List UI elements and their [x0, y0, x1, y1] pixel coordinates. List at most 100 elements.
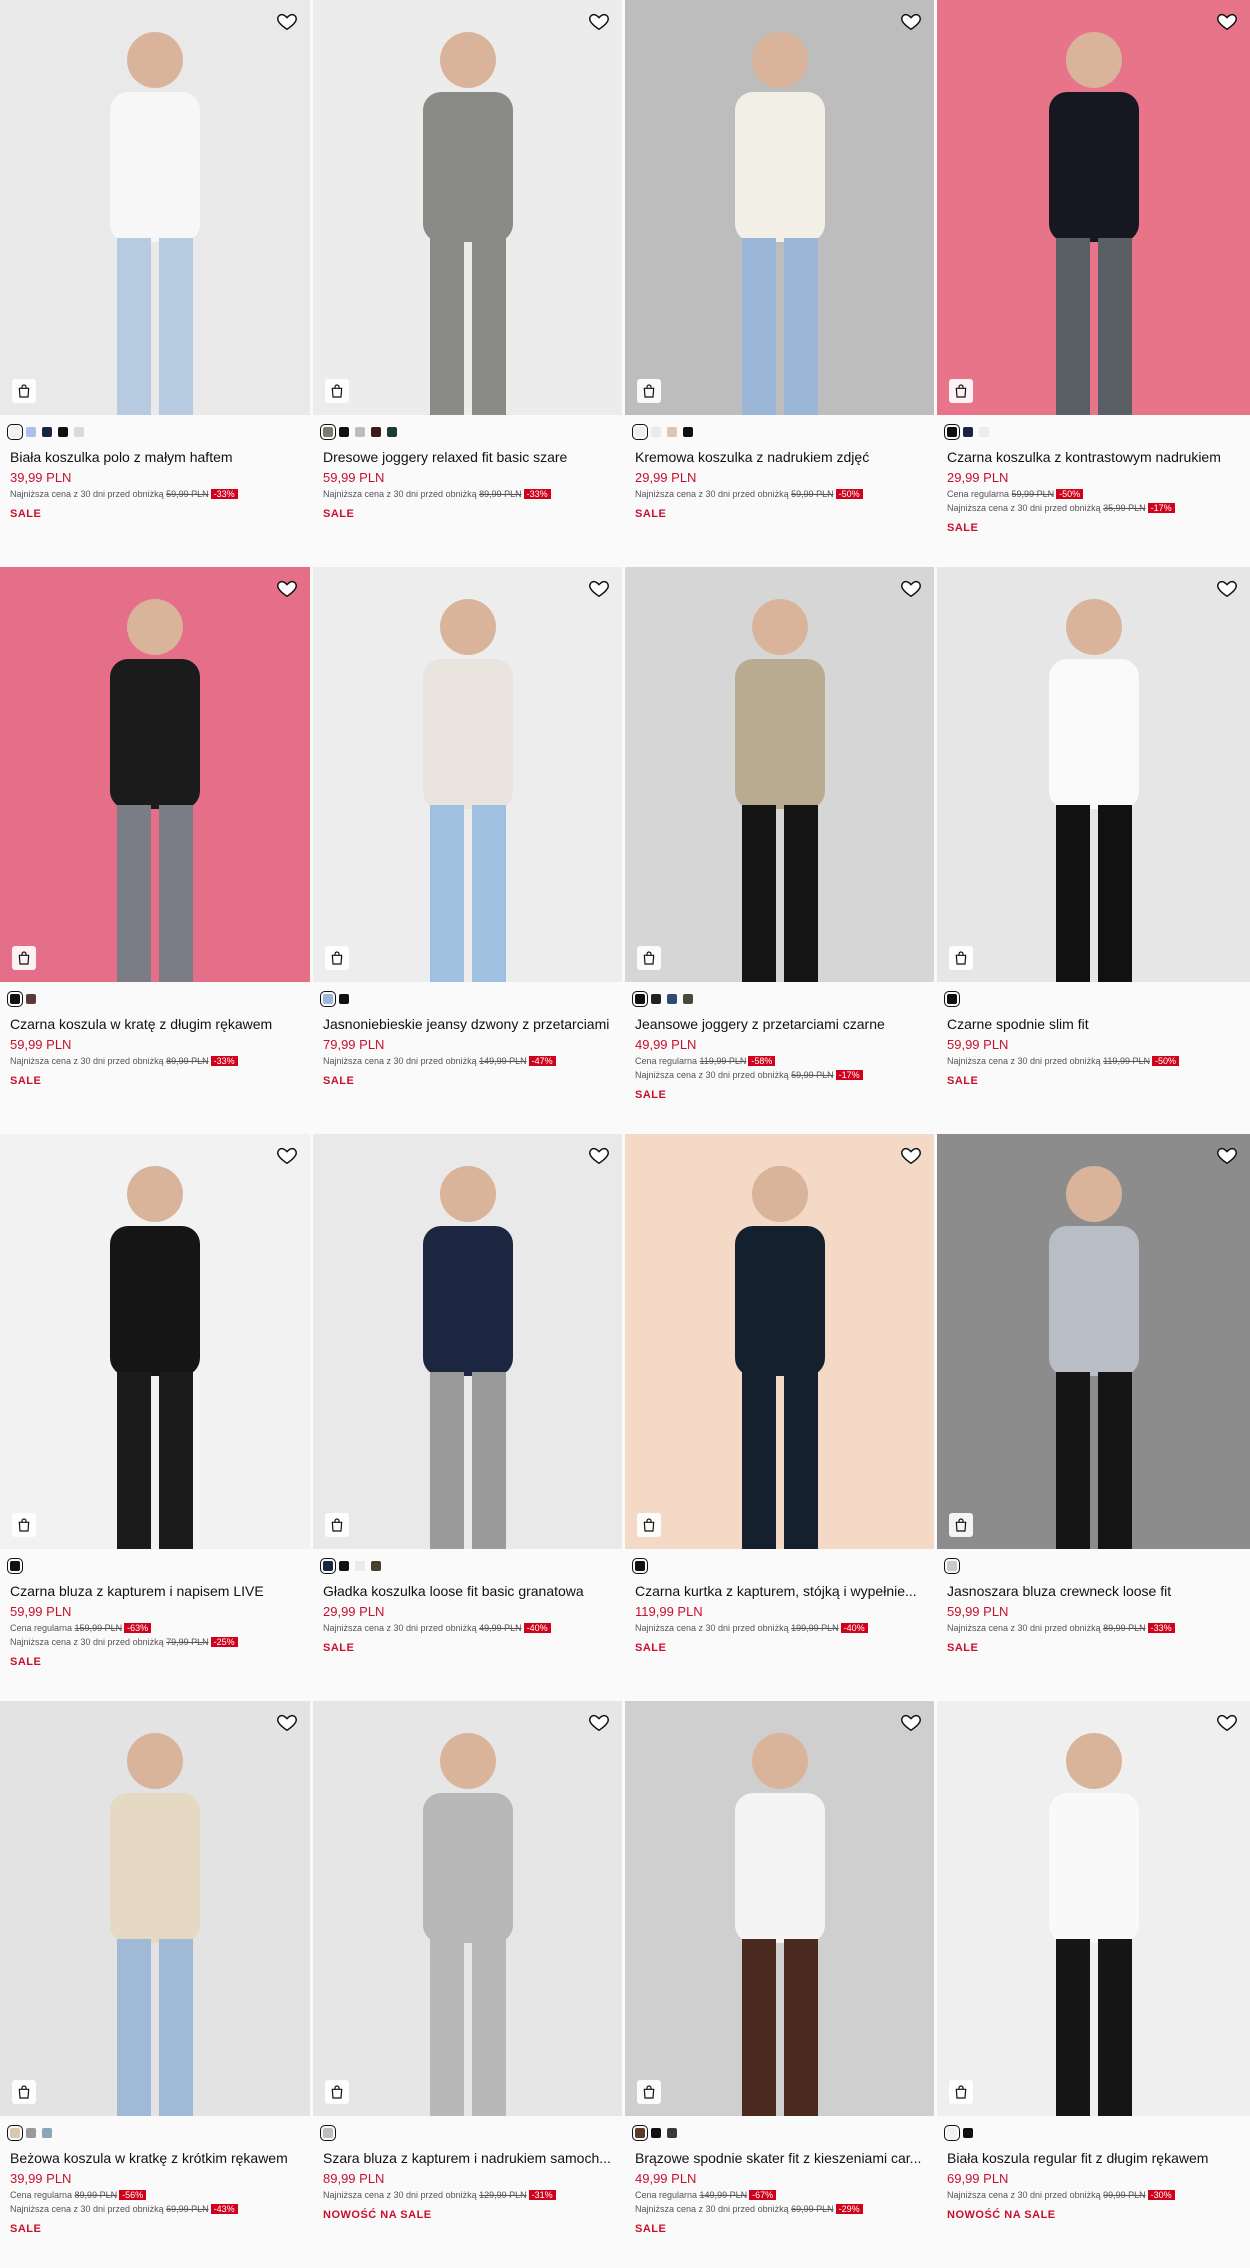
color-swatch[interactable]: [339, 1561, 349, 1571]
color-swatch[interactable]: [355, 1561, 365, 1571]
color-swatch[interactable]: [667, 427, 677, 437]
color-swatch[interactable]: [651, 2128, 661, 2138]
color-swatch[interactable]: [26, 994, 36, 1004]
product-title[interactable]: Kremowa koszulka z nadrukiem zdjęć: [635, 449, 929, 466]
color-swatch[interactable]: [632, 2125, 648, 2141]
color-swatch[interactable]: [632, 991, 648, 1007]
product-image[interactable]: [937, 1134, 1250, 1549]
shopping-bag-icon[interactable]: [12, 2080, 36, 2104]
color-swatch[interactable]: [667, 994, 677, 1004]
color-swatch[interactable]: [74, 427, 84, 437]
color-swatch[interactable]: [371, 1561, 381, 1571]
product-image[interactable]: [937, 1701, 1250, 2116]
product-title[interactable]: Jeansowe joggery z przetarciami czarne: [635, 1016, 929, 1033]
color-swatch[interactable]: [58, 427, 68, 437]
heart-icon[interactable]: [276, 10, 298, 32]
shopping-bag-icon[interactable]: [637, 1513, 661, 1537]
shopping-bag-icon[interactable]: [949, 2080, 973, 2104]
shopping-bag-icon[interactable]: [325, 379, 349, 403]
product-image[interactable]: [937, 0, 1250, 415]
product-title[interactable]: Czarna koszula w kratę z długim rękawem: [10, 1016, 305, 1033]
shopping-bag-icon[interactable]: [949, 1513, 973, 1537]
color-swatch[interactable]: [683, 994, 693, 1004]
product-image[interactable]: [313, 1134, 622, 1549]
product-title[interactable]: Gładka koszulka loose fit basic granatow…: [323, 1583, 617, 1600]
color-swatch[interactable]: [944, 2125, 960, 2141]
heart-icon[interactable]: [900, 577, 922, 599]
shopping-bag-icon[interactable]: [637, 946, 661, 970]
heart-icon[interactable]: [588, 577, 610, 599]
shopping-bag-icon[interactable]: [949, 946, 973, 970]
product-card[interactable]: Brązowe spodnie skater fit z kieszeniami…: [625, 1701, 937, 2268]
shopping-bag-icon[interactable]: [325, 2080, 349, 2104]
color-swatch[interactable]: [7, 424, 23, 440]
color-swatch[interactable]: [7, 2125, 23, 2141]
color-swatch[interactable]: [944, 1558, 960, 1574]
color-swatch[interactable]: [320, 991, 336, 1007]
heart-icon[interactable]: [1216, 10, 1238, 32]
product-title[interactable]: Jasnoniebieskie jeansy dzwony z przetarc…: [323, 1016, 617, 1033]
shopping-bag-icon[interactable]: [12, 1513, 36, 1537]
color-swatch[interactable]: [387, 427, 397, 437]
color-swatch[interactable]: [339, 994, 349, 1004]
color-swatch[interactable]: [632, 424, 648, 440]
product-title[interactable]: Czarna bluza z kapturem i napisem LIVE: [10, 1583, 305, 1600]
product-image[interactable]: [313, 567, 622, 982]
heart-icon[interactable]: [900, 1144, 922, 1166]
product-title[interactable]: Czarne spodnie slim fit: [947, 1016, 1242, 1033]
shopping-bag-icon[interactable]: [12, 379, 36, 403]
product-card[interactable]: Jasnoniebieskie jeansy dzwony z przetarc…: [313, 567, 625, 1134]
product-card[interactable]: Czarna bluza z kapturem i napisem LIVE 5…: [0, 1134, 313, 1701]
product-card[interactable]: Jeansowe joggery z przetarciami czarne 4…: [625, 567, 937, 1134]
product-image[interactable]: [0, 1701, 310, 2116]
product-image[interactable]: [937, 567, 1250, 982]
heart-icon[interactable]: [1216, 577, 1238, 599]
color-swatch[interactable]: [42, 427, 52, 437]
heart-icon[interactable]: [1216, 1144, 1238, 1166]
product-image[interactable]: [625, 0, 934, 415]
color-swatch[interactable]: [667, 2128, 677, 2138]
color-swatch[interactable]: [339, 427, 349, 437]
product-card[interactable]: Gładka koszulka loose fit basic granatow…: [313, 1134, 625, 1701]
product-image[interactable]: [0, 1134, 310, 1549]
product-title[interactable]: Jasnoszara bluza crewneck loose fit: [947, 1583, 1242, 1600]
color-swatch[interactable]: [979, 427, 989, 437]
product-title[interactable]: Biała koszula regular fit z długim rękaw…: [947, 2150, 1242, 2167]
color-swatch[interactable]: [320, 424, 336, 440]
product-card[interactable]: Biała koszula regular fit z długim rękaw…: [937, 1701, 1250, 2268]
product-card[interactable]: Biała koszulka polo z małym haftem 39,99…: [0, 0, 313, 567]
shopping-bag-icon[interactable]: [325, 946, 349, 970]
color-swatch[interactable]: [26, 2128, 36, 2138]
color-swatch[interactable]: [7, 1558, 23, 1574]
color-swatch[interactable]: [963, 2128, 973, 2138]
product-title[interactable]: Szara bluza z kapturem i nadrukiem samoc…: [323, 2150, 617, 2167]
shopping-bag-icon[interactable]: [949, 379, 973, 403]
product-image[interactable]: [625, 1701, 934, 2116]
product-image[interactable]: [0, 0, 310, 415]
color-swatch[interactable]: [632, 1558, 648, 1574]
color-swatch[interactable]: [7, 991, 23, 1007]
product-card[interactable]: Czarna koszula w kratę z długim rękawem …: [0, 567, 313, 1134]
product-image[interactable]: [0, 567, 310, 982]
shopping-bag-icon[interactable]: [325, 1513, 349, 1537]
color-swatch[interactable]: [42, 2128, 52, 2138]
color-swatch[interactable]: [944, 424, 960, 440]
color-swatch[interactable]: [355, 427, 365, 437]
color-swatch[interactable]: [651, 994, 661, 1004]
product-card[interactable]: Czarne spodnie slim fit 59,99 PLN Najniż…: [937, 567, 1250, 1134]
product-card[interactable]: Szara bluza z kapturem i nadrukiem samoc…: [313, 1701, 625, 2268]
product-image[interactable]: [625, 1134, 934, 1549]
heart-icon[interactable]: [276, 577, 298, 599]
heart-icon[interactable]: [588, 1711, 610, 1733]
heart-icon[interactable]: [276, 1144, 298, 1166]
shopping-bag-icon[interactable]: [637, 2080, 661, 2104]
color-swatch[interactable]: [320, 1558, 336, 1574]
product-card[interactable]: Jasnoszara bluza crewneck loose fit 59,9…: [937, 1134, 1250, 1701]
heart-icon[interactable]: [588, 10, 610, 32]
heart-icon[interactable]: [900, 1711, 922, 1733]
product-title[interactable]: Beżowa koszula w kratkę z krótkim rękawe…: [10, 2150, 305, 2167]
color-swatch[interactable]: [963, 427, 973, 437]
color-swatch[interactable]: [683, 427, 693, 437]
product-title[interactable]: Dresowe joggery relaxed fit basic szare: [323, 449, 617, 466]
product-card[interactable]: Dresowe joggery relaxed fit basic szare …: [313, 0, 625, 567]
